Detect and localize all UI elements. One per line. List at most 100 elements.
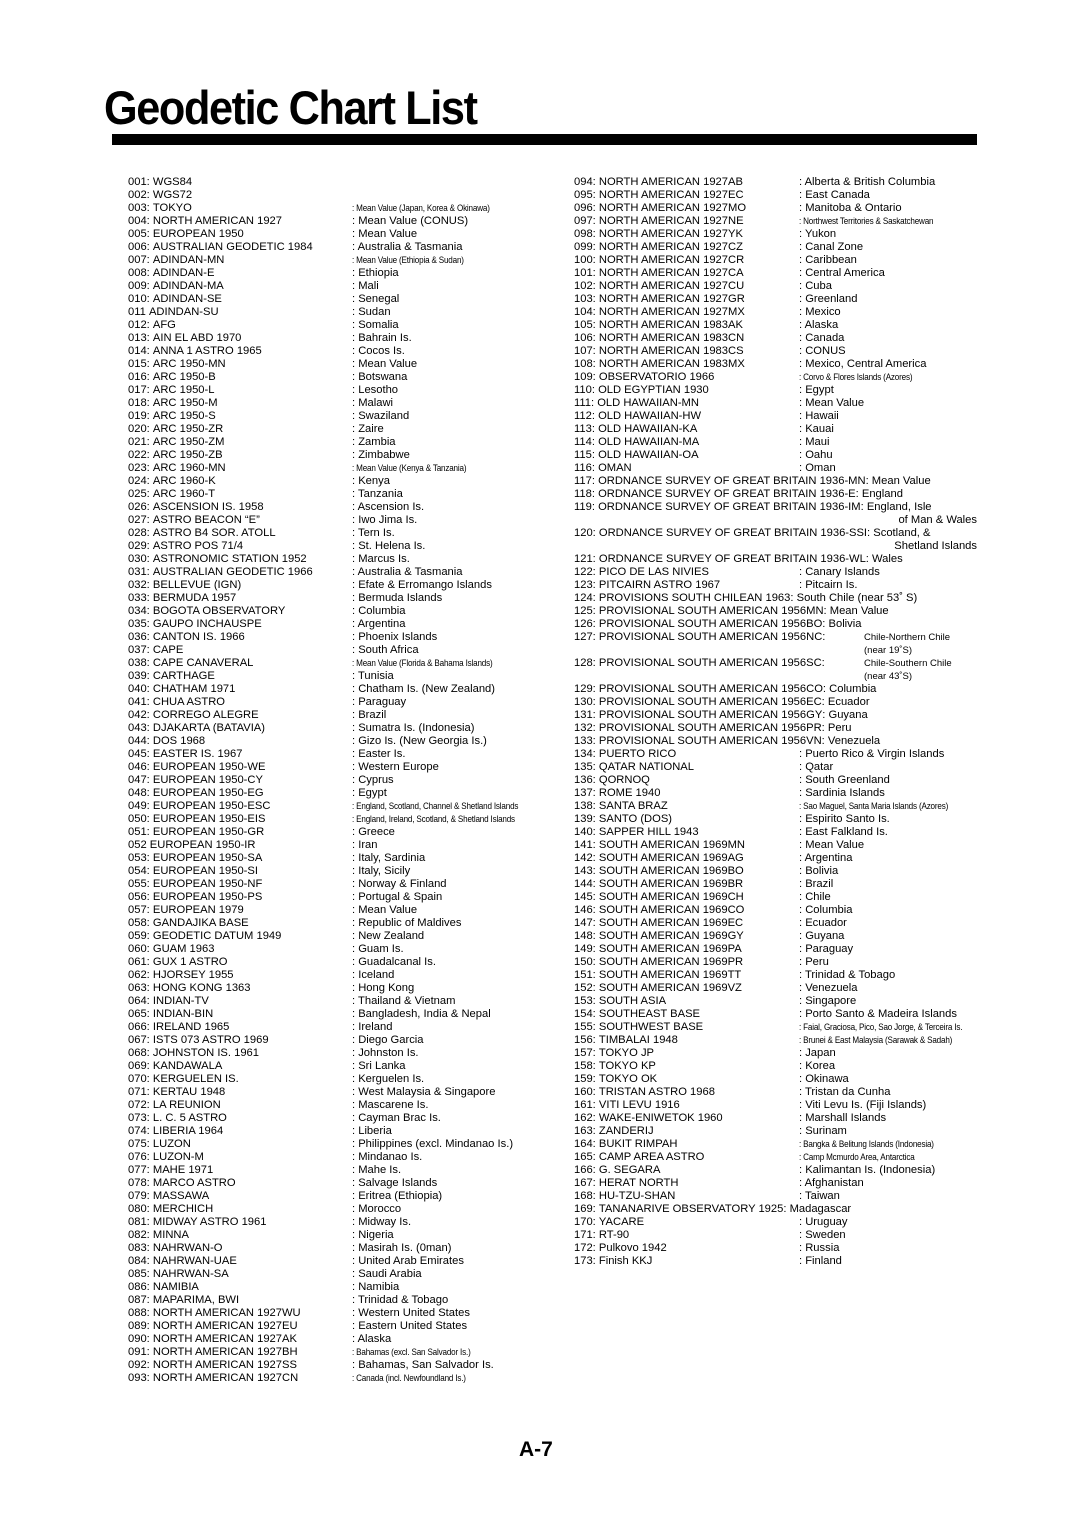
datum-region: : Mean Value (Japan, Korea & Okinawa) (352, 203, 490, 213)
datum-entry: 097: NORTH AMERICAN 1927NE: Northwest Te… (574, 215, 980, 228)
datum-number: 090: (128, 1333, 150, 1345)
datum-entry: 045: EASTER IS. 1967: Easter Is. (128, 748, 548, 761)
datum-entry: 101: NORTH AMERICAN 1927CA: Central Amer… (574, 267, 980, 280)
datum-region: : Johnston Is. (352, 1047, 419, 1059)
datum-region: : Sumatra Is. (Indonesia) (352, 722, 475, 734)
datum-region: : Swaziland (352, 410, 410, 422)
datum-entry: 071: KERTAU 1948: West Malaysia & Singap… (128, 1086, 548, 1099)
datum-entry: 093: NORTH AMERICAN 1927CN: Canada (incl… (128, 1372, 548, 1385)
datum-region: : Somalia (352, 319, 399, 331)
datum-name: SOUTH AMERICAN 1969BR (598, 878, 744, 890)
datum-number: 054: (128, 865, 150, 877)
datum-entry: 114: OLD HAWAIIAN-MA: Maui (574, 436, 980, 449)
datum-number: 125: (574, 605, 596, 617)
datum-name: AFG (152, 319, 176, 331)
datum-number: 108: (574, 358, 596, 370)
datum-name: NAHRWAN-O (152, 1242, 223, 1254)
datum-number: 043: (128, 722, 150, 734)
datum-name: TRISTAN ASTRO 1968 (598, 1086, 715, 1098)
datum-region: : Zambia (352, 436, 396, 448)
datum-region: : Iwo Jima Is. (352, 514, 418, 526)
datum-name: SAPPER HILL 1943 (598, 826, 699, 838)
datum-number: 128: (574, 657, 596, 669)
datum-entry: 043: DJAKARTA (BATAVIA): Sumatra Is. (In… (128, 722, 548, 735)
datum-region: : Midway Is. (352, 1216, 412, 1228)
datum-number: 076: (128, 1151, 150, 1163)
datum-name: ROME 1940 (598, 787, 661, 799)
datum-name: PROVISIONAL SOUTH AMERICAN 1956SC (598, 657, 822, 669)
datum-number: 152: (574, 982, 596, 994)
datum-entry: 171: RT-90: Sweden (574, 1229, 980, 1242)
datum-entry: 063: HONG KONG 1363: Hong Kong (128, 982, 548, 995)
datum-number: 025: (128, 488, 150, 500)
datum-region: : Alaska (799, 319, 839, 331)
datum-number: 161: (574, 1099, 596, 1111)
datum-number: 065: (128, 1008, 150, 1020)
datum-entry: 023: ARC 1960-MN: Mean Value (Kenya & Ta… (128, 462, 548, 475)
datum-number: 119: (574, 501, 595, 513)
datum-region: : East Canada (799, 189, 870, 201)
datum-entry: 053: EUROPEAN 1950-SA: Italy, Sardinia (128, 852, 548, 865)
datum-entry: 062: HJORSEY 1955: Iceland (128, 969, 548, 982)
datum-region: : Bangka & Belitung Islands (Indonesia) (799, 1139, 934, 1149)
datum-entry: 139: SANTO (DOS): Espirito Santo Is. (574, 813, 980, 826)
datum-region: Chile-Southern Chile (near 43˚S) (864, 657, 952, 683)
datum-name: GAUPO INCHAUSPE (152, 618, 262, 630)
datum-name: ARC 1950-L (152, 384, 215, 396)
datum-number: 030: (128, 553, 150, 565)
datum-number: 064: (128, 995, 150, 1007)
datum-name: KERGUELEN IS. (152, 1073, 239, 1085)
datum-region: : Tunisia (352, 670, 394, 682)
datum-number: 131: (574, 709, 596, 721)
datum-name: EUROPEAN 1950-SA (152, 852, 263, 864)
datum-name: NORTH AMERICAN 1927YK (598, 228, 743, 240)
datum-number: 004: (128, 215, 150, 227)
datum-entry: 147: SOUTH AMERICAN 1969EC: Ecuador (574, 917, 980, 930)
datum-entry: 074: LIBERIA 1964: Liberia (128, 1125, 548, 1138)
datum-name: ASTRO POS 71/4 (152, 540, 244, 552)
datum-number: 037: (128, 644, 150, 656)
datum-name: MAPARIMA, BWI (152, 1294, 240, 1306)
datum-name: ARC 1950-MN (152, 358, 226, 370)
datum-number: 080: (128, 1203, 150, 1215)
datum-region: : Hong Kong (352, 982, 415, 994)
datum-name: GUAM 1963 (152, 943, 215, 955)
datum-number: 100: (574, 254, 596, 266)
datum-name: NORTH AMERICAN 1983CS (598, 345, 744, 357)
datum-region: : Ascension Is. (352, 501, 425, 513)
datum-name: OLD HAWAIIAN-KA (598, 423, 698, 435)
datum-entry: 003: TOKYO: Mean Value (Japan, Korea & O… (128, 202, 548, 215)
datum-name: SOUTH AMERICAN 1969CO (598, 904, 745, 916)
datum-number: 059: (128, 930, 150, 942)
datum-entry: 002: WGS72 (128, 189, 548, 202)
datum-entry: 072: LA REUNION: Mascarene Is. (128, 1099, 548, 1112)
datum-number: 158: (574, 1060, 596, 1072)
datum-region: : Chile (799, 891, 831, 903)
datum-region: : Mean Value (352, 904, 418, 916)
datum-entry: 073: L. C. 5 ASTRO: Cayman Brac Is. (128, 1112, 548, 1125)
datum-name: ZANDERIJ (598, 1125, 654, 1137)
datum-entry: 131: PROVISIONAL SOUTH AMERICAN 1956GY: … (574, 709, 980, 722)
datum-number: 170: (574, 1216, 596, 1228)
datum-region: : Chatham Is. (New Zealand) (352, 683, 496, 695)
datum-number: 084: (128, 1255, 150, 1267)
datum-name: ARC 1950-ZM (152, 436, 225, 448)
datum-name: NORTH AMERICAN 1927EU (152, 1320, 298, 1332)
datum-number: 048: (128, 787, 150, 799)
datum-number: 166: (574, 1164, 596, 1176)
datum-region: : Argentina (799, 852, 853, 864)
datum-region-line: Chile-Northern Chile (864, 632, 951, 643)
datum-entry: 125: PROVISIONAL SOUTH AMERICAN 1956MN: … (574, 605, 980, 618)
datum-region: : Malawi (352, 397, 394, 409)
datum-region: : Kenya (352, 475, 390, 487)
datum-name: SOUTH AMERICAN 1969AG (598, 852, 744, 864)
datum-entry: 035: GAUPO INCHAUSPE: Argentina (128, 618, 548, 631)
datum-number: 145: (574, 891, 596, 903)
datum-name: OLD HAWAIIAN-OA (598, 449, 699, 461)
datum-region: : Central America (799, 267, 885, 279)
datum-entry: 057: EUROPEAN 1979: Mean Value (128, 904, 548, 917)
datum-entry: 050: EUROPEAN 1950-EIS: England, Ireland… (128, 813, 548, 826)
datum-entry: 006: AUSTRALIAN GEODETIC 1984: Australia… (128, 241, 548, 254)
datum-number: 053: (128, 852, 150, 864)
datum-number: 139: (574, 813, 596, 825)
